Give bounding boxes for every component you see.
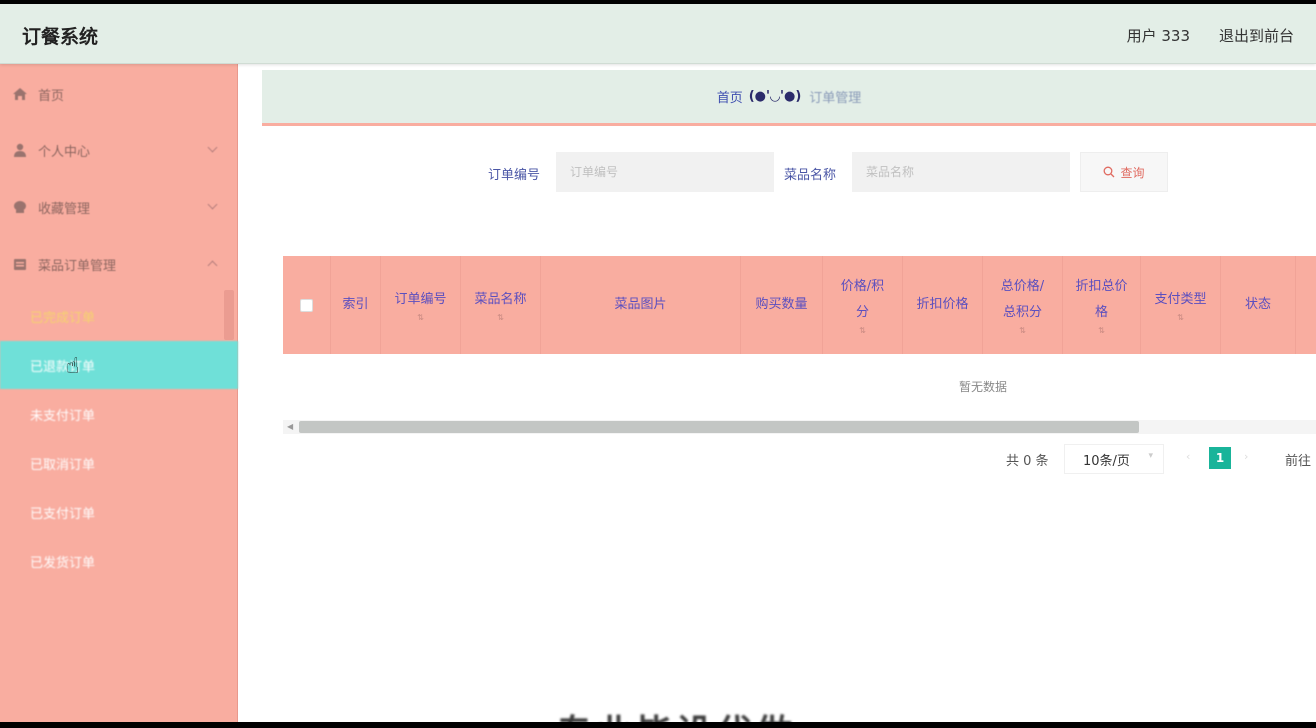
column-header[interactable]: 支付类型 ⇅ [1141, 256, 1221, 354]
column-header: 状态 [1221, 256, 1296, 354]
chevron-up-icon [207, 260, 218, 271]
star-icon [14, 201, 26, 213]
user-icon [14, 143, 26, 157]
column-header: 折扣价格 [903, 256, 983, 354]
exit-to-frontend-link[interactable]: 退出到前台 [1219, 25, 1294, 46]
table-header: 索引 订单编号 ⇅ 菜品名称 ⇅ 菜品图片 购买数量 价格/积分 ⇅ 折扣价格 总价格… [283, 256, 1316, 354]
sort-icon[interactable]: ⇅ [997, 326, 1049, 336]
sort-icon[interactable]: ⇅ [474, 313, 526, 323]
sort-icon[interactable]: ⇅ [1154, 313, 1206, 323]
sidebar-subitem-paid[interactable]: 已支付订单 [0, 488, 238, 536]
query-button[interactable]: 查询 [1080, 152, 1168, 192]
app-title: 订餐系统 [22, 26, 99, 48]
sidebar-item-profile[interactable]: 个人中心 [0, 122, 238, 178]
column-header: 菜品图片 [541, 256, 741, 354]
hand-cursor-icon: ☝ [66, 354, 80, 379]
sidebar-item-order-management[interactable]: 菜品订单管理 [0, 236, 238, 292]
sidebar-scrollbar[interactable] [224, 290, 234, 340]
sidebar-subitem-cancelled[interactable]: 已取消订单 [0, 439, 238, 487]
column-header[interactable]: 折扣总价格 ⇅ [1063, 256, 1141, 354]
column-header: 索引 [331, 256, 381, 354]
sidebar-item-home[interactable]: 首页 [0, 66, 238, 122]
sidebar-subitem-refunded[interactable]: 已退款订单 [0, 341, 238, 389]
breadcrumb: 首页 (●'◡'●) 订单管理 [262, 70, 1316, 126]
scroll-left-icon[interactable]: ◀ [287, 422, 293, 431]
page-size-value: 10条/页 [1083, 453, 1130, 469]
sidebar-item-label: 收藏管理 [38, 201, 91, 217]
select-all-checkbox-cell[interactable] [283, 256, 331, 354]
sort-icon[interactable]: ⇅ [394, 313, 446, 323]
sidebar-item-label: 个人中心 [38, 144, 91, 160]
breadcrumb-current: 订单管理 [809, 91, 862, 106]
sidebar-subitem-shipped[interactable]: 已发货订单 [0, 537, 238, 585]
next-page-icon[interactable]: › [1244, 450, 1248, 463]
page-size-select[interactable]: 10条/页 ▾ [1064, 444, 1164, 474]
sidebar-subitem-unpaid[interactable]: 未支付订单 [0, 390, 238, 438]
watermark-text: 专业毕设代做 [556, 704, 796, 722]
sort-icon[interactable]: ⇅ [837, 326, 889, 336]
order-no-input[interactable] [556, 152, 774, 192]
query-button-label: 查询 [1120, 165, 1145, 180]
prev-page-icon[interactable]: ‹ [1186, 450, 1190, 463]
empty-table-text: 暂无数据 [958, 380, 1007, 394]
chevron-down-icon [207, 199, 218, 210]
scrollbar-thumb[interactable] [299, 421, 1139, 433]
pagination-total: 共 0 条 [1006, 454, 1049, 469]
search-icon [1104, 166, 1115, 178]
sidebar-item-label: 首页 [38, 88, 65, 104]
dish-name-label: 菜品名称 [784, 168, 837, 183]
page-number-current[interactable]: 1 [1209, 447, 1231, 469]
select-all-checkbox[interactable] [300, 298, 313, 312]
column-header[interactable]: 价格/积分 ⇅ [823, 256, 903, 354]
home-icon [13, 88, 27, 100]
app-frame: 订餐系统 用户 333 退出到前台 首页 个人中心 收藏管理 菜品订单管理 已完… [0, 4, 1316, 722]
chevron-down-icon: ▾ [1148, 451, 1153, 461]
sidebar-item-favorites[interactable]: 收藏管理 [0, 179, 238, 235]
column-header: 购买数量 [741, 256, 823, 354]
column-header[interactable]: 订单编号 ⇅ [381, 256, 461, 354]
dish-name-input[interactable] [852, 152, 1070, 192]
sidebar-item-label: 菜品订单管理 [38, 258, 117, 274]
pagination-goto-label: 前往 [1285, 454, 1312, 469]
column-header[interactable]: 菜品名称 ⇅ [461, 256, 541, 354]
chevron-down-icon [207, 142, 218, 153]
top-bar: 订餐系统 用户 333 退出到前台 [0, 4, 1316, 64]
sidebar: 首页 个人中心 收藏管理 菜品订单管理 已完成订单 已退款订单 未支付订单 已取… [0, 64, 238, 722]
column-header[interactable]: 总价格/总积分 ⇅ [983, 256, 1063, 354]
breadcrumb-separator: (●'◡'●) [748, 89, 802, 104]
sort-icon[interactable]: ⇅ [1076, 326, 1128, 336]
user-label: 用户 333 [1126, 27, 1190, 45]
horizontal-scrollbar[interactable]: ◀ [283, 420, 1316, 434]
order-icon [14, 259, 26, 270]
order-no-label: 订单编号 [488, 168, 541, 183]
sidebar-subitem-completed[interactable]: 已完成订单 [0, 292, 238, 340]
breadcrumb-home[interactable]: 首页 [717, 87, 743, 106]
main-panel: 订单编号 菜品名称 查询 索引 订单编号⇅ 菜品名称⇅ 菜品图片 购买数量 价格… [264, 132, 1316, 480]
